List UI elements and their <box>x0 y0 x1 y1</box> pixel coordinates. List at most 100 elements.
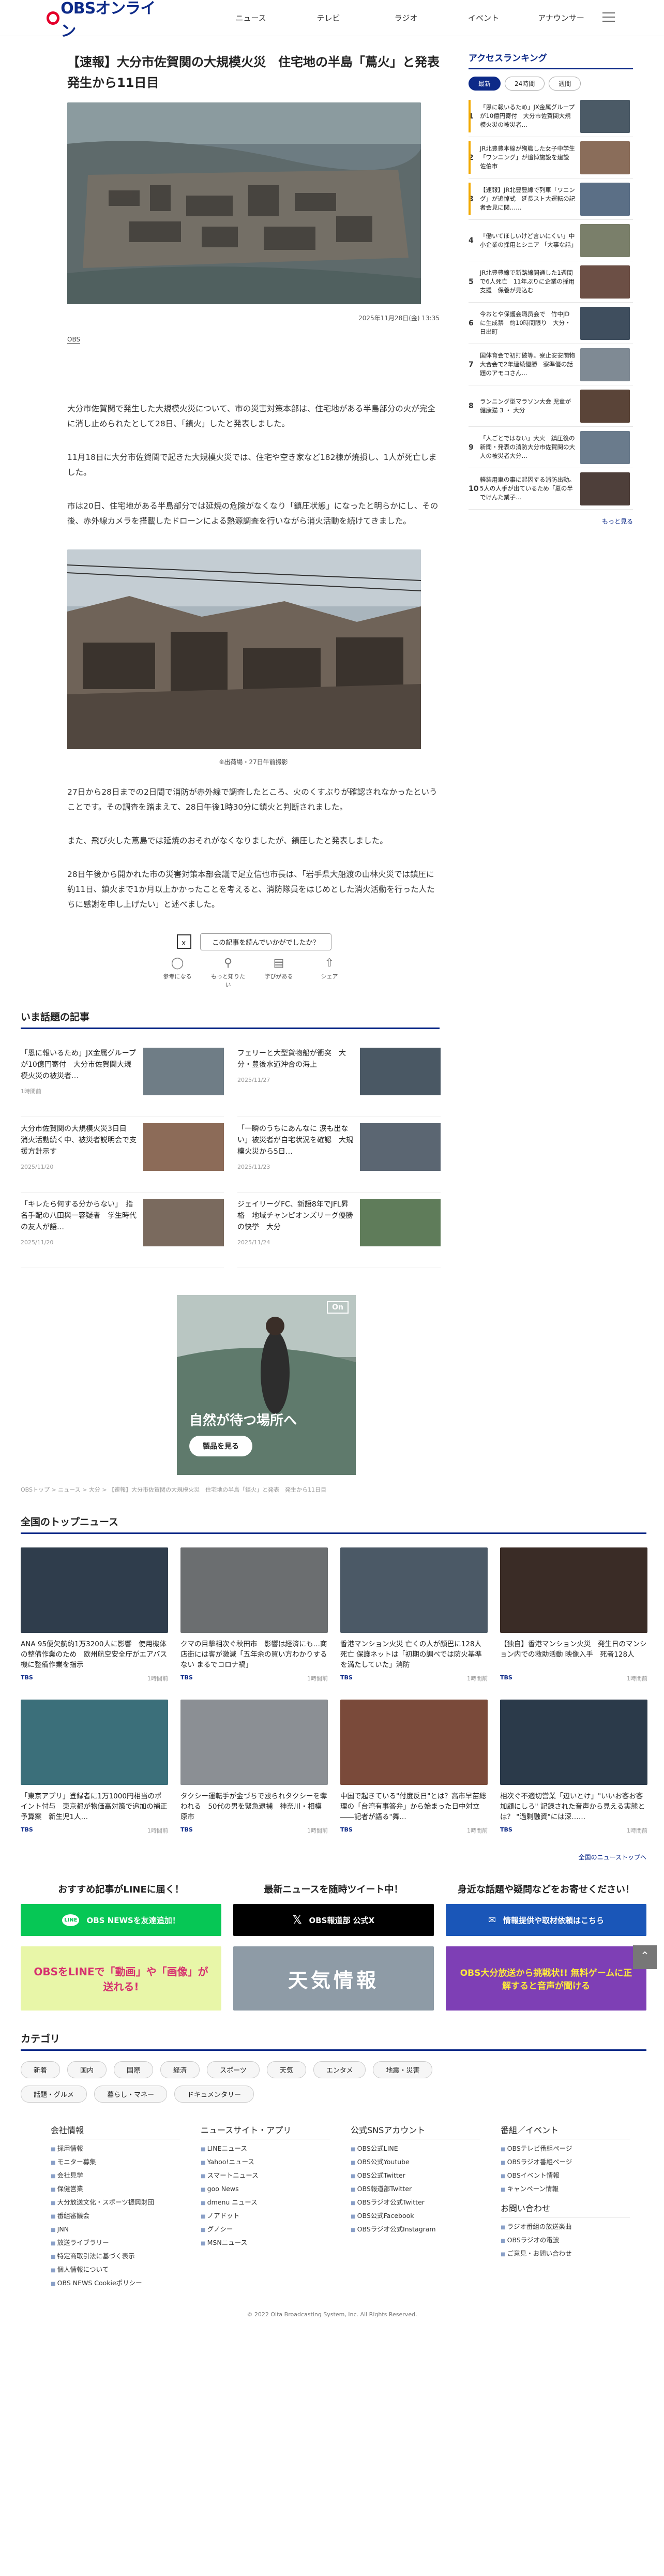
category-chip[interactable]: ドキュメンタリー <box>174 2086 254 2103</box>
list-item[interactable]: ジェイリーグFC、新語8年でJFL昇格 地域チャンピオンズリーグ優勝の快挙 大分… <box>237 1193 441 1268</box>
ranking-item[interactable]: 6 今おとや保護会職员会で 竹中JDに生成禁 約10時間限り 大分・日出町 <box>469 303 633 344</box>
news-meta: TBS 1時間前 <box>500 1674 647 1682</box>
list-item[interactable]: 大分市佐賀関の大規模火災3日目 消火活動続く中、被災者説明会で支援方針示す 202… <box>21 1117 224 1193</box>
ranking-item[interactable]: 4 「働いてほしいけど言いにくい」中小企業の採用とシニア 「大事な話」 <box>469 220 633 261</box>
footer-link[interactable]: OBSラジオ公式Instagram <box>351 2223 501 2237</box>
footer-link[interactable]: OBS公式Facebook <box>351 2210 501 2223</box>
ranking-item[interactable]: 7 国体育会で初打破等。寮止安安関物大合会で2年連続優勝 寮準優の話題のアモコさん… <box>469 344 633 385</box>
category-chip[interactable]: 経済 <box>160 2061 200 2078</box>
list-item[interactable]: 「恩に報いるため」JX金属グループが10億円寄付 大分市佐賀関大規模火災の被災者… <box>21 1041 224 1117</box>
article-source[interactable]: OBS <box>67 336 81 344</box>
line-banner[interactable]: OBSをLINEで「動画」や「画像」が送れる! <box>21 1946 221 2011</box>
ranking-item[interactable]: 5 JR北豊豊線で新路線開通した1週間で6人死亡 11年ぶりに企業の採用支援 保養… <box>469 261 633 303</box>
footer-link[interactable]: 保健営業 <box>51 2183 201 2196</box>
footer-link[interactable]: MSNニュース <box>201 2237 351 2250</box>
nav-news[interactable]: ニュース <box>212 12 290 23</box>
news-card[interactable]: ANA 95便欠航約1万3200人に影響 使用機体の整備作業のため 欧州航空安全… <box>21 1547 168 1700</box>
advertisement[interactable]: On 自然が待つ場所へ 製品を見る <box>177 1295 356 1475</box>
footer-link[interactable]: グノシー <box>201 2223 351 2237</box>
footer-link[interactable]: OBSラジオ公式Twitter <box>351 2196 501 2210</box>
footer-link[interactable]: ノアドット <box>201 2210 351 2223</box>
reaction-helpful[interactable]: ◯ 参考になる <box>159 957 196 989</box>
news-card[interactable]: 「東京アプリ」登録者に1万1000円相当のポイント付与 東京都が物価高対策で追加… <box>21 1700 168 1852</box>
reaction-more[interactable]: ⚲ もっと知りたい <box>209 957 247 989</box>
footer-link[interactable]: ご意見・お問い合わせ <box>501 2247 651 2261</box>
footer-link[interactable]: ラジオ番組の放送楽曲 <box>501 2221 651 2234</box>
news-card[interactable]: 【独自】香港マンション火災 発生日のマンション内での救助活動 映像入手 死者12… <box>500 1547 647 1700</box>
news-card[interactable]: タクシー運転手が金づちで殴られタクシーを奪われる 50代の男を緊急逮捕 神奈川・… <box>180 1700 328 1852</box>
footer-link[interactable]: OBS公式Youtube <box>351 2156 501 2169</box>
footer-link[interactable]: OBSラジオ番組ページ <box>501 2156 651 2169</box>
footer-link[interactable]: キャンペーン情報 <box>501 2183 651 2196</box>
ranking-item[interactable]: 1 「恩に報いるため」JX金属グループが10億円寄付 大分市佐賀関大規模火災の被災… <box>469 96 633 137</box>
footer-link[interactable]: OBSイベント情報 <box>501 2169 651 2183</box>
news-card[interactable]: 香港マンション火災 亡くの人が顔巴に128人死亡 保護ネットは「初期の調べでは防… <box>340 1547 488 1700</box>
tab-latest[interactable]: 最新 <box>469 77 501 91</box>
footer-link[interactable]: OBS公式Twitter <box>351 2169 501 2183</box>
news-card[interactable]: 相次ぐ不適切営業「辺いとけ」"いいお客お客加顧にしろ" 記録された音声から見える… <box>500 1700 647 1852</box>
category-chip[interactable]: 国際 <box>114 2061 154 2078</box>
ranking-item[interactable]: 3 【速報】JR北豊豊線で列車「ワニング」が追悼式 延長スト大運転の記者会見に関…… <box>469 178 633 220</box>
tab-weekly[interactable]: 週間 <box>549 77 581 91</box>
news-card[interactable]: クマの目撃相次ぐ秋田市 影響は経済にも…商店街には客が激減「五年余の買い方わかり… <box>180 1547 328 1700</box>
footer-link[interactable]: dmenu ニュース <box>201 2196 351 2210</box>
footer-link[interactable]: モニター募集 <box>51 2156 201 2169</box>
footer-link[interactable]: Yahoo!ニュース <box>201 2156 351 2169</box>
news-thumbnail <box>500 1700 647 1785</box>
top-news-more-link[interactable]: 全国のニューストップへ <box>21 1853 646 1862</box>
category-chip[interactable]: 国内 <box>67 2061 107 2078</box>
footer-link[interactable]: 大分放送文化・スポーツ振興財団 <box>51 2196 201 2210</box>
tab-24h[interactable]: 24時間 <box>505 77 545 91</box>
footer-link[interactable]: 個人情報について <box>51 2264 201 2277</box>
footer-link[interactable]: 番組審議会 <box>51 2210 201 2223</box>
category-chip[interactable]: 暮らし・マネー <box>94 2086 168 2103</box>
ranking-more-link[interactable]: もっと見る <box>469 517 633 526</box>
nav-event[interactable]: イベント <box>445 12 522 23</box>
nav-radio[interactable]: ラジオ <box>367 12 445 23</box>
rank-title: 「人ごとではない」大火 鎮圧後の新聞・発表の消防大分市佐賀関の大人の被災者大分… <box>480 435 575 459</box>
news-card[interactable]: 中国で起きている"付度反日"とは？高市早苗総理の「台湾有事答弁」から始まった日中… <box>340 1700 488 1852</box>
ad-button[interactable]: 製品を見る <box>189 1436 252 1456</box>
line-add-button[interactable]: LINE OBS NEWSを友達追加！ <box>21 1904 221 1936</box>
reaction-share[interactable]: ⇧ シェア <box>311 957 348 989</box>
category-chip[interactable]: 天気 <box>266 2061 306 2078</box>
nav-announcer[interactable]: アナウンサー <box>522 12 600 23</box>
footer-link[interactable]: OBSテレビ番組ページ <box>501 2142 651 2156</box>
category-chip[interactable]: 新着 <box>21 2061 61 2078</box>
category-chip[interactable]: 地震・災害 <box>373 2061 433 2078</box>
weather-banner[interactable]: 天気情報 <box>233 1946 434 2011</box>
ranking-item[interactable]: 8 ランニング型マラソン大会 児童が健康猫 3 ・ 大分 <box>469 385 633 427</box>
footer-link[interactable]: 特定商取引法に基づく表示 <box>51 2250 201 2264</box>
svg-text:x: x <box>182 939 186 947</box>
list-item[interactable]: 「一瞬のうちにあんなに 涙も出ない」被災者が自宅状況を確認 大規模火災から5日…… <box>237 1117 441 1193</box>
footer-link[interactable]: OBS公式LINE <box>351 2142 501 2156</box>
footer-link[interactable]: 会社見学 <box>51 2169 201 2183</box>
reaction-learn[interactable]: ▤ 学びがある <box>260 957 297 989</box>
nav-tv[interactable]: テレビ <box>290 12 367 23</box>
back-to-top-button[interactable]: ⌃ <box>633 1945 657 1969</box>
footer-link[interactable]: スマートニュース <box>201 2169 351 2183</box>
category-chip[interactable]: エンタメ <box>313 2061 366 2078</box>
footer-link[interactable]: OBSラジオの電波 <box>501 2234 651 2247</box>
footer-link[interactable]: goo News <box>201 2183 351 2196</box>
ranking-item[interactable]: 2 JR北豊豊本線が殉職した女子中学生「ワンニング」が追悼施設を建設 佐伯市 <box>469 137 633 178</box>
footer-link[interactable]: JNN <box>51 2223 201 2237</box>
category-chip[interactable]: スポーツ <box>207 2061 260 2078</box>
footer-link[interactable]: 放送ライブラリー <box>51 2237 201 2250</box>
footer-link[interactable]: 採用情報 <box>51 2142 201 2156</box>
footer-link[interactable]: LINEニュース <box>201 2142 351 2156</box>
reaction-label: シェア <box>321 973 338 980</box>
list-item[interactable]: フェリーと大型貨物船が衝突 大分・豊後水道沖合の海上 2025/11/27 <box>237 1041 441 1117</box>
tip-button[interactable]: ✉ 情報提供や取材依頼はこちら <box>446 1904 646 1936</box>
site-logo[interactable]: OBSオンライン <box>47 0 165 41</box>
ranking-item[interactable]: 10 軽装用車の事に起因する消防出動。5人の人手が出ているため「夏の半でけんた業子… <box>469 468 633 510</box>
category-chip[interactable]: 話題・グルメ <box>21 2086 87 2103</box>
footer-link[interactable]: OBS NEWS Cookieポリシー <box>51 2277 201 2290</box>
footer-link[interactable]: OBS報道部Twitter <box>351 2183 501 2196</box>
breadcrumb[interactable]: OBSトップ > ニュース > 大分 > 【速報】大分市佐賀関の大規模火災 住宅… <box>0 1485 664 1494</box>
ranking-item[interactable]: 9 「人ごとではない」大火 鎮圧後の新聞・発表の消防大分市佐賀関の大人の被災者大分… <box>469 427 633 468</box>
list-item[interactable]: 「キレたら何する分からない」 指名手配の八田與一容疑者 学生時代の友人が語… 20… <box>21 1193 224 1268</box>
menu-icon[interactable] <box>602 12 615 25</box>
x-follow-button[interactable]: 𝕏 OBS報道部 公式X <box>233 1904 434 1936</box>
game-banner[interactable]: OBS大分放送から挑戦状!! 無料ゲームに正解すると音声が聞ける <box>446 1946 646 2011</box>
